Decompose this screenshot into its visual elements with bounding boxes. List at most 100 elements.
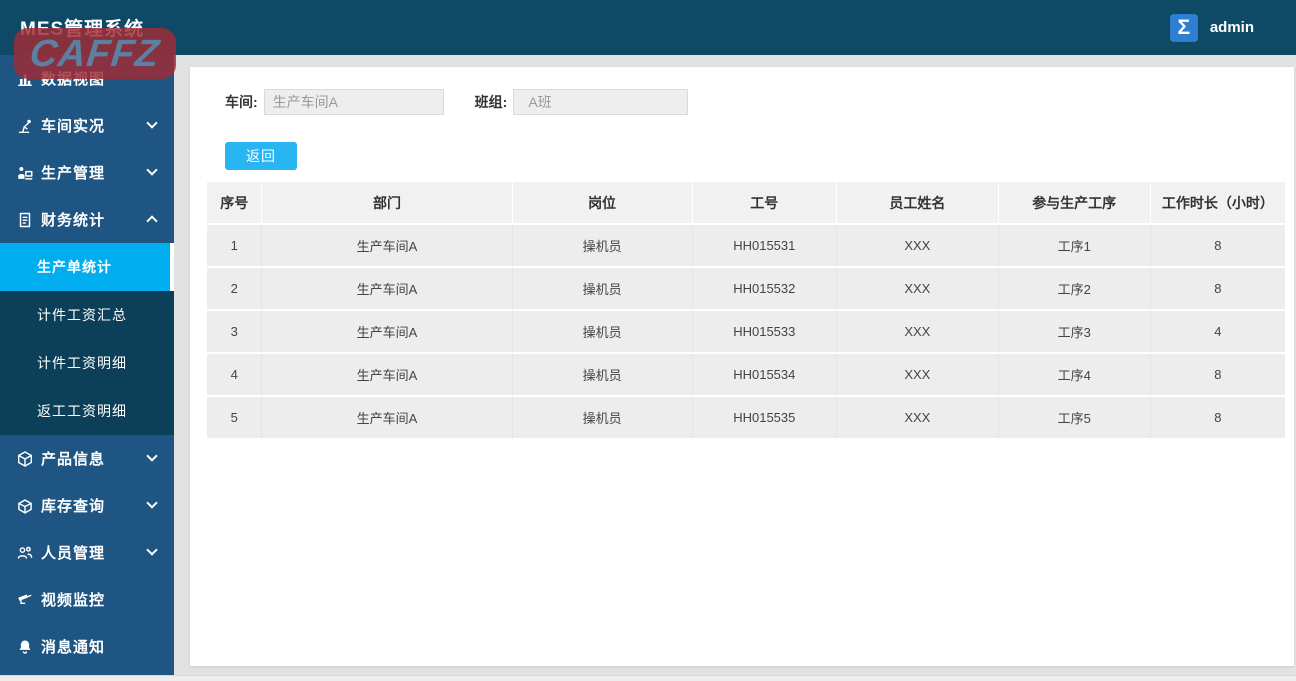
table-header-cell: 工号 [692, 182, 838, 225]
chevron-down-icon [146, 117, 158, 129]
content-card: 车间: 班组: 返回 序号部门岗位工号员工姓名参与生产工序工作时长（小时） 1生… [190, 67, 1294, 666]
table-cell: 工序3 [998, 310, 1151, 354]
operator-icon [16, 164, 34, 182]
box-icon [16, 497, 34, 515]
table-cell: HH015531 [692, 224, 838, 268]
table-header-cell: 员工姓名 [836, 182, 999, 225]
table-body: 1 生产车间A 操机员 HH015531 XXX 工序1 8 2 生产车间A 操机员 HH01553… [207, 224, 1285, 440]
workshop-input[interactable] [263, 89, 444, 115]
table-cell: XXX [836, 353, 999, 397]
staff-hours-table: 序号 部门 岗位 工号 员工姓名 参与生产工序 工作时长（小时） 1 生产车间A 操机员 HH01… [207, 182, 1285, 440]
table-row: 3 生产车间A 操机员 HH015533 XXX 工序3 4 [207, 310, 1285, 354]
sidebar-subitem-rework-salary-detail[interactable]: 返工工资明细 [0, 387, 174, 435]
filter-row: 车间: 班组: [225, 89, 1285, 115]
sidebar-item-label: 产品信息 [41, 451, 106, 468]
sidebar-item-inventory-query[interactable]: 库存查询 [0, 482, 174, 529]
table-header-row: 序号 部门 岗位 工号 员工姓名 参与生产工序 工作时长（小时） [207, 182, 1285, 225]
sidebar-item-finance-statistics[interactable]: 财务统计 [0, 196, 174, 243]
table-cell: XXX [836, 267, 999, 311]
sidebar-item-data-view[interactable]: 数据视图 [0, 55, 174, 102]
table-cell: 8 [1150, 353, 1285, 397]
table-cell: 4 [1150, 310, 1285, 354]
sidebar-subitem-piecework-salary-summary[interactable]: 计件工资汇总 [0, 291, 174, 339]
sidebar-item-workshop-live[interactable]: 车间实况 [0, 102, 174, 149]
sidebar-subitem-production-order-stats[interactable]: 生产单统计 [0, 243, 174, 291]
table-cell: 8 [1150, 224, 1285, 268]
ledger-icon [16, 211, 34, 229]
top-header: MES管理系统 Σ admin [0, 0, 1296, 55]
sidebar-item-label: 库存查询 [41, 498, 106, 515]
sidebar-item-message-notice[interactable]: 消息通知 [0, 623, 174, 670]
sidebar-item-video-monitor[interactable]: 视频监控 [0, 576, 174, 623]
table-cell: 操机员 [512, 353, 693, 397]
bar-chart-icon [16, 70, 34, 88]
app-title: MES管理系统 [20, 19, 145, 40]
sidebar-subitem-piecework-salary-detail[interactable]: 计件工资明细 [0, 339, 174, 387]
sidebar-item-production-management[interactable]: 生产管理 [0, 149, 174, 196]
table-cell: HH015533 [692, 310, 838, 354]
submenu-finance-statistics: 生产单统计 计件工资汇总 计件工资明细 返工工资明细 [0, 243, 174, 435]
sidebar-item-label: 消息通知 [41, 639, 106, 656]
table-cell: 操机员 [512, 224, 693, 268]
sidebar-item-label: 车间实况 [41, 118, 106, 135]
table-cell: 8 [1150, 267, 1285, 311]
table-row: 2 生产车间A 操机员 HH015532 XXX 工序2 8 [207, 267, 1285, 311]
table-header-cell: 部门 [261, 182, 513, 225]
main-content: 车间: 班组: 返回 序号部门岗位工号员工姓名参与生产工序工作时长（小时） 1生… [174, 55, 1296, 675]
table-cell: 工序4 [998, 353, 1151, 397]
robot-arm-icon [16, 117, 34, 135]
table-cell: HH015534 [692, 353, 838, 397]
table-row: 1 生产车间A 操机员 HH015531 XXX 工序1 8 [207, 224, 1285, 268]
table-cell: 2 [207, 267, 263, 311]
sidebar-item-label: 生产管理 [41, 165, 106, 182]
table-cell: 工序1 [998, 224, 1151, 268]
table-header-cell: 序号 [207, 182, 263, 225]
table-cell: HH015535 [692, 396, 838, 440]
table-cell: 操机员 [512, 310, 693, 354]
table-cell: 生产车间A [261, 353, 513, 397]
sidebar-item-label: 人员管理 [41, 545, 106, 562]
team-input[interactable] [513, 89, 689, 115]
table-cell: 工序5 [998, 396, 1151, 440]
camera-icon [16, 591, 34, 609]
chevron-down-icon [146, 497, 158, 509]
chevron-down-icon [146, 164, 158, 176]
sidebar: 数据视图车间实况生产管理财务统计生产单统计 计件工资汇总 计件工资明细 返工工资明细产… [0, 55, 174, 675]
sidebar-item-product-info[interactable]: 产品信息 [0, 435, 174, 482]
horizontal-scrollbar[interactable] [0, 675, 1296, 681]
users-icon [16, 544, 34, 562]
sidebar-nav: 数据视图车间实况生产管理财务统计生产单统计 计件工资汇总 计件工资明细 返工工资明细产… [0, 55, 174, 670]
table-cell: 3 [207, 310, 263, 354]
user-menu[interactable]: Σ admin [1169, 0, 1254, 55]
table-cell: 1 [207, 224, 263, 268]
table-row: 5 生产车间A 操机员 HH015535 XXX 工序5 8 [207, 396, 1285, 440]
workshop-label: 车间: [225, 94, 258, 110]
table-cell: 工序2 [998, 267, 1151, 311]
sidebar-item-label: 视频监控 [41, 592, 106, 609]
user-name: admin [1209, 19, 1254, 36]
table-header-cell: 参与生产工序 [998, 182, 1151, 225]
table-cell: 生产车间A [261, 396, 513, 440]
sidebar-item-label: 财务统计 [41, 212, 106, 229]
table-cell: XXX [836, 224, 999, 268]
table-header-cell: 岗位 [512, 182, 693, 225]
table-cell: HH015532 [692, 267, 838, 311]
table-cell: XXX [836, 396, 999, 440]
table-cell: 4 [207, 353, 263, 397]
back-button[interactable]: 返回 [225, 142, 297, 170]
sidebar-item-label: 数据视图 [41, 71, 106, 88]
chevron-up-icon [146, 215, 158, 227]
table-header-cell: 工作时长（小时） [1150, 182, 1285, 225]
table-row: 4 生产车间A 操机员 HH015534 XXX 工序4 8 [207, 353, 1285, 397]
cube-icon [16, 450, 34, 468]
table-cell: 5 [207, 396, 263, 440]
sidebar-item-personnel-management[interactable]: 人员管理 [0, 529, 174, 576]
table-cell: 生产车间A [261, 310, 513, 354]
bell-icon [16, 638, 34, 656]
table-cell: 8 [1150, 396, 1285, 440]
table-cell: 操机员 [512, 267, 693, 311]
sigma-icon: Σ [1169, 13, 1198, 42]
chevron-down-icon [146, 450, 158, 462]
table-cell: 操机员 [512, 396, 693, 440]
table-cell: 生产车间A [261, 224, 513, 268]
